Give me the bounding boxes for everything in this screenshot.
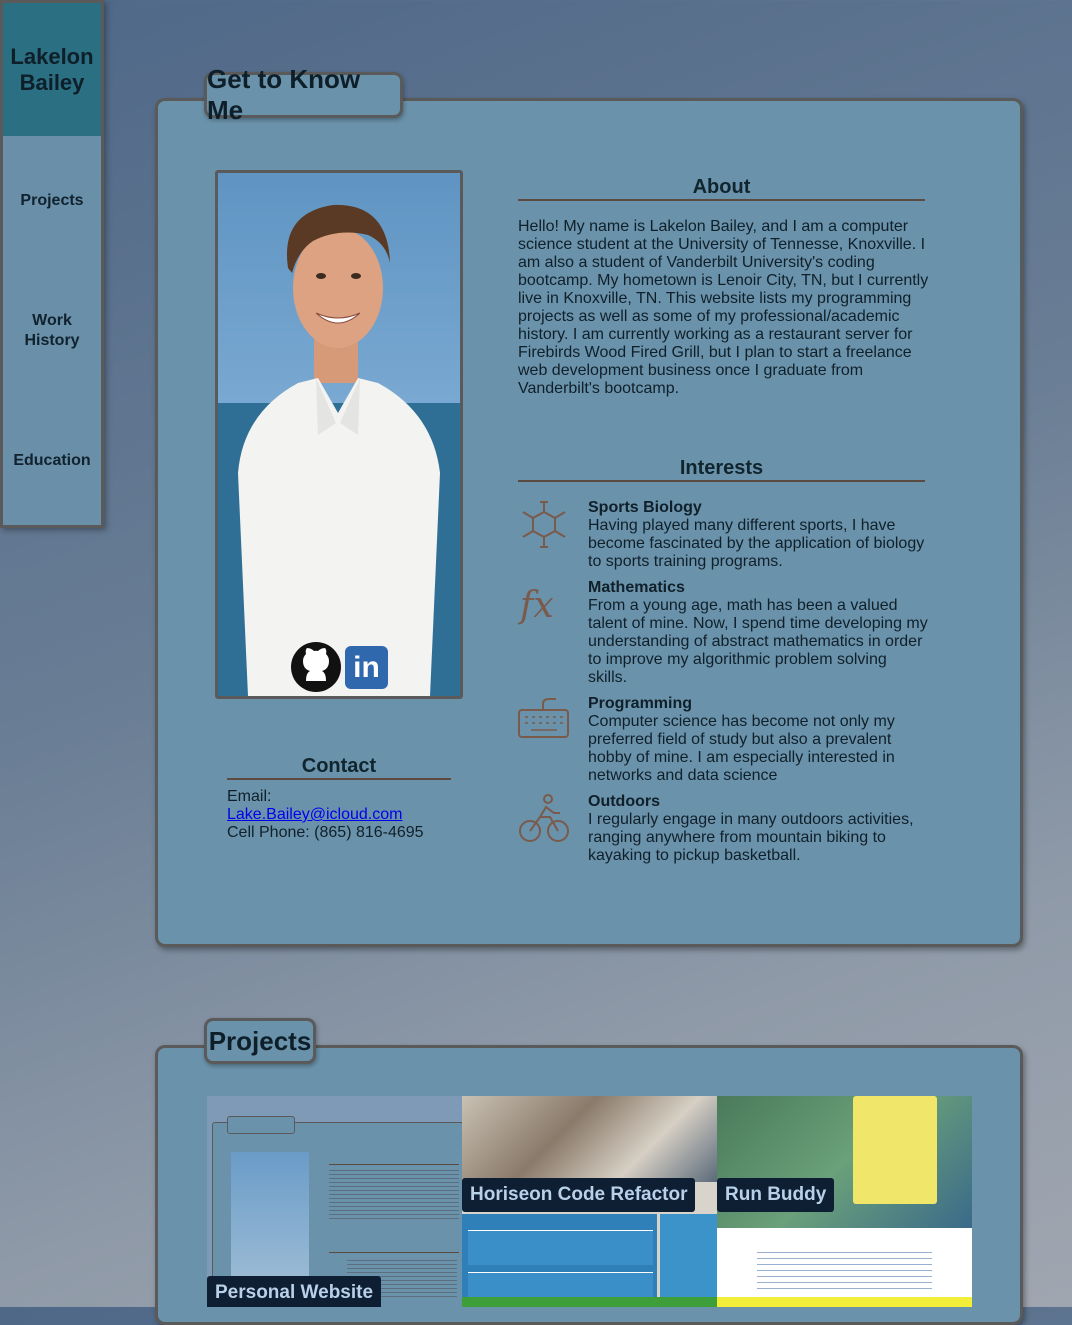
divider [329, 1252, 459, 1253]
project-preview-text [757, 1252, 932, 1292]
email-line: Email: Lake.Bailey@icloud.com [227, 788, 403, 823]
projects-tab: Projects [204, 1018, 316, 1064]
interest-title: Outdoors [588, 793, 660, 810]
phone-line: Cell Phone: (865) 816-4695 [227, 824, 424, 841]
project-preview-footer [717, 1297, 972, 1307]
project-preview-tab [227, 1116, 295, 1134]
project-preview-footer [462, 1297, 717, 1307]
about-title: About [518, 176, 925, 201]
brand-name[interactable]: Lakelon Bailey [3, 3, 101, 136]
function-icon: fx [517, 579, 570, 631]
project-label: Run Buddy [717, 1178, 835, 1212]
interest-body: From a young age, math has been a valued… [588, 597, 928, 686]
profile-photo-illustration [218, 204, 460, 696]
interest-text: Outdoors I regularly engage in many outd… [588, 793, 928, 865]
project-preview-text [329, 1170, 459, 1222]
nav-item-work-history[interactable]: Work History [3, 266, 101, 396]
email-link[interactable]: Lake.Bailey@icloud.com [227, 806, 402, 823]
interest-body: Having played many different sports, I h… [588, 517, 925, 570]
project-preview-hero [462, 1096, 717, 1182]
interest-title: Programming [588, 695, 693, 712]
interest-text: Mathematics From a young age, math has b… [588, 579, 928, 687]
about-tab: Get to Know Me [204, 64, 403, 125]
keyboard-icon [518, 695, 570, 747]
interest-text: Sports Biology Having played many differ… [588, 499, 928, 571]
project-card-personal-website[interactable]: Personal Website [207, 1096, 462, 1307]
contact-title: Contact [227, 755, 451, 780]
interest-text: Programming Computer science has become … [588, 695, 928, 785]
interest-title: Mathematics [588, 579, 685, 596]
interest-body: I regularly engage in many outdoors acti… [588, 811, 914, 864]
project-preview-photo [231, 1152, 309, 1292]
project-preview-panel [468, 1272, 653, 1297]
project-label: Horiseon Code Refactor [462, 1178, 696, 1212]
molecule-icon [518, 499, 570, 551]
contact-section: Contact Email: Lake.Bailey@icloud.com Ce… [227, 755, 451, 842]
profile-photo: in [215, 170, 463, 699]
interests-title: Interests [518, 457, 925, 482]
nav-item-education[interactable]: Education [3, 396, 101, 526]
svg-text:fx: fx [518, 585, 554, 626]
project-preview-hero-text [779, 1102, 839, 1142]
divider [329, 1164, 459, 1165]
interests-title-wrap: Interests [518, 457, 925, 482]
project-preview-panel [468, 1230, 653, 1265]
interest-body: Computer science has become not only my … [588, 713, 895, 784]
github-icon[interactable] [290, 641, 342, 693]
nav-item-projects[interactable]: Projects [3, 136, 101, 266]
about-title-wrap: About [518, 176, 925, 201]
cyclist-icon [518, 793, 570, 845]
project-preview-sidebar [660, 1214, 717, 1307]
project-preview-form [853, 1096, 937, 1204]
project-label: Personal Website [207, 1276, 382, 1307]
sidebar: Lakelon Bailey Projects Work History Edu… [0, 0, 104, 528]
about-text: Hello! My name is Lakelon Bailey, and I … [518, 218, 929, 397]
linkedin-icon[interactable]: in [345, 646, 388, 689]
interest-title: Sports Biology [588, 499, 702, 516]
project-card-horiseon[interactable]: Horiseon Code Refactor [462, 1096, 717, 1307]
project-card-run-buddy[interactable]: Run Buddy [717, 1096, 972, 1307]
